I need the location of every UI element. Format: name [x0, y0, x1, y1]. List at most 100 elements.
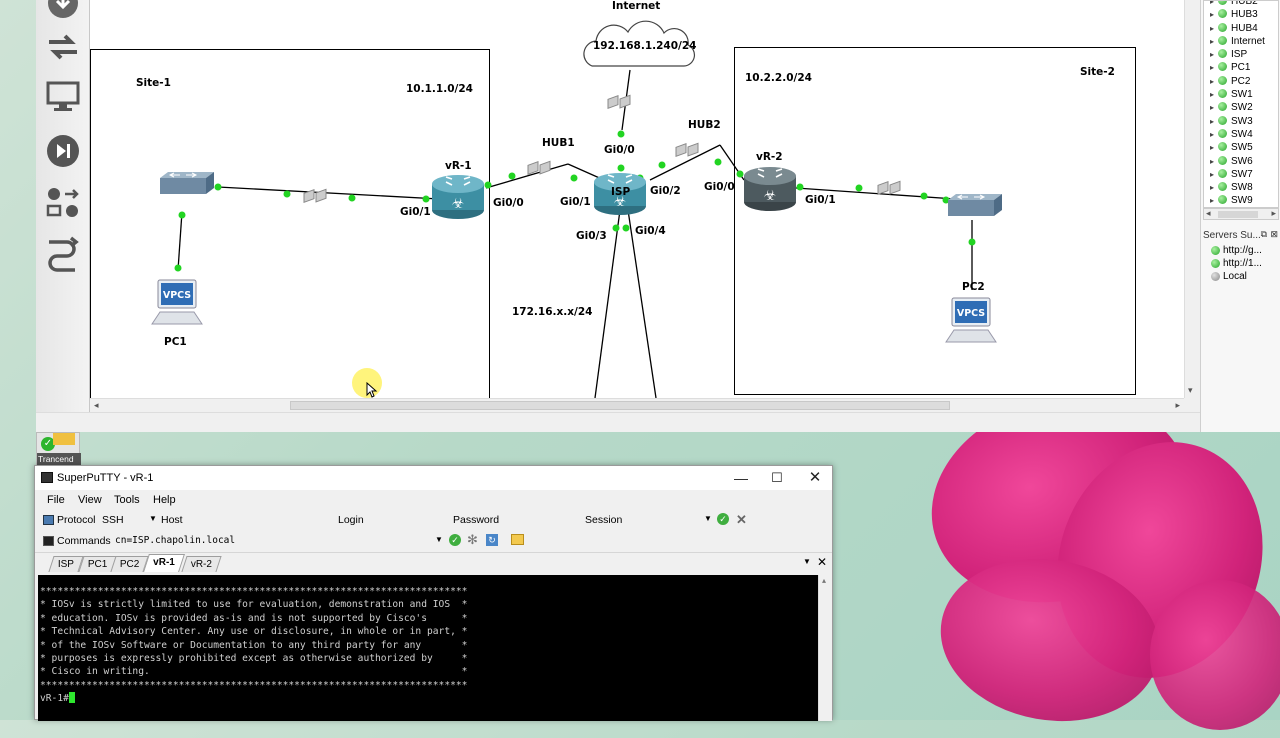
expand-arrow-icon[interactable]: ▸: [1210, 155, 1218, 168]
expand-arrow-icon[interactable]: ▸: [1210, 128, 1218, 141]
send-check-icon[interactable]: ✓: [449, 534, 461, 546]
expand-arrow-icon[interactable]: ▸: [1210, 75, 1218, 88]
router-vr1-icon[interactable]: ☣: [430, 172, 486, 222]
tab-vr-2[interactable]: vR-2: [181, 556, 221, 572]
menu-help[interactable]: Help: [153, 494, 176, 506]
tab-close-icon[interactable]: ✕: [817, 555, 827, 569]
expand-arrow-icon[interactable]: ▸: [1210, 115, 1218, 128]
node-list-item[interactable]: ▸SW8: [1204, 181, 1278, 194]
maximize-button[interactable]: ☐: [759, 468, 795, 488]
node-list-item[interactable]: ▸HUB2: [1204, 0, 1278, 8]
router-vr2-icon[interactable]: ☣: [742, 164, 798, 214]
terminal-screen[interactable]: ****************************************…: [38, 575, 818, 721]
device-grid-icon[interactable]: [44, 184, 82, 222]
status-dot-icon: [1218, 129, 1227, 138]
cable-icon[interactable]: [44, 236, 82, 274]
topology-nodes-list[interactable]: ▸HUB2▸HUB3▸HUB4▸Internet▸ISP▸PC1▸PC2▸SW1…: [1203, 0, 1279, 208]
terminal-cursor: [69, 692, 75, 703]
hub1-icon[interactable]: [526, 156, 560, 180]
canvas-vertical-scrollbar[interactable]: ▾: [1184, 0, 1198, 398]
tab-vr-1[interactable]: vR-1: [143, 554, 185, 572]
hub-icon[interactable]: [876, 176, 910, 200]
hub2-icon[interactable]: [674, 138, 708, 162]
if-isp-gi0-3: Gi0/3: [576, 230, 607, 242]
dock-float-icon[interactable]: ⧉: [1261, 229, 1267, 240]
node-list-item[interactable]: ▸SW4: [1204, 128, 1278, 141]
server-item[interactable]: http://1...: [1203, 257, 1279, 270]
folder-icon[interactable]: [511, 534, 524, 545]
hub-icon[interactable]: [606, 88, 640, 114]
pc1-icon[interactable]: VPCS: [148, 276, 206, 330]
host-input[interactable]: [185, 512, 335, 528]
hub-icon[interactable]: [302, 186, 336, 208]
superputty-titlebar[interactable]: SuperPuTTY - vR-1 — ☐ ✕: [35, 466, 832, 490]
login-input[interactable]: [367, 512, 447, 528]
session-select[interactable]: [625, 512, 711, 528]
menu-tools[interactable]: Tools: [114, 494, 140, 506]
node-list-item[interactable]: ▸ISP: [1204, 48, 1278, 61]
node-list-item[interactable]: ▸ SW3: [1204, 115, 1278, 128]
server-item[interactable]: http://g...: [1203, 244, 1279, 257]
menu-file[interactable]: File: [47, 494, 65, 506]
play-pause-icon[interactable]: [44, 132, 82, 170]
chevron-down-icon[interactable]: ▼: [149, 514, 157, 523]
tabs-dropdown-icon[interactable]: ▼: [803, 557, 811, 566]
switch-icon[interactable]: [156, 170, 216, 198]
expand-arrow-icon[interactable]: ▸: [1210, 101, 1218, 114]
close-button[interactable]: ✕: [797, 468, 833, 488]
dock-close-icon[interactable]: ⊠: [1270, 229, 1278, 240]
swap-arrows-icon[interactable]: [44, 28, 82, 66]
expand-arrow-icon[interactable]: ▸: [1210, 168, 1218, 181]
node-list-item[interactable]: ▸SW9: [1204, 194, 1278, 207]
server-item[interactable]: Local: [1203, 270, 1279, 283]
node-list-item[interactable]: ▸PC1: [1204, 61, 1278, 74]
node-list-item[interactable]: ▸Internet: [1204, 35, 1278, 48]
connect-check-icon[interactable]: ✓: [717, 513, 729, 525]
node-list-item[interactable]: ▸SW5: [1204, 141, 1278, 154]
protocol-label: Protocol: [57, 514, 96, 526]
chevron-down-icon[interactable]: ▼: [704, 514, 712, 523]
gear-icon[interactable]: ✻: [467, 532, 478, 548]
expand-arrow-icon[interactable]: ▸: [1210, 141, 1218, 154]
pc1-label: PC1: [164, 336, 187, 348]
expand-arrow-icon[interactable]: ▸: [1210, 22, 1218, 35]
canvas-horizontal-scrollbar[interactable]: ◂ ▸: [90, 398, 1184, 412]
password-input[interactable]: [501, 512, 581, 528]
expand-arrow-icon[interactable]: ▸: [1210, 48, 1218, 61]
node-list-item[interactable]: ▸SW2: [1204, 101, 1278, 114]
node-list-item[interactable]: ▸SW7: [1204, 168, 1278, 181]
node-list-item[interactable]: ▸SW1: [1204, 88, 1278, 101]
chevron-down-icon[interactable]: ▼: [435, 535, 443, 544]
protocol-icon: [43, 515, 54, 525]
cloud-network-label: 192.168.1.240/24: [593, 40, 696, 52]
expand-arrow-icon[interactable]: ▸: [1210, 88, 1218, 101]
minimize-button[interactable]: —: [723, 468, 759, 488]
expand-arrow-icon[interactable]: ▸: [1210, 35, 1218, 48]
node-list-item[interactable]: ▸HUB3: [1204, 8, 1278, 21]
commands-input[interactable]: cn=ISP.chapolin.local: [115, 535, 235, 546]
status-dot-icon: [1218, 23, 1227, 32]
switch-icon[interactable]: [944, 192, 1004, 220]
refresh-icon[interactable]: ↻: [486, 534, 498, 546]
desktop-app-icon[interactable]: ✓ Trancend: [36, 432, 80, 466]
node-list-item[interactable]: ▸SW6: [1204, 155, 1278, 168]
topology-canvas[interactable]: Internet 192.168.1.240/24 Site-1 10.1.1.…: [90, 0, 1184, 398]
menu-view[interactable]: View: [78, 494, 102, 506]
clear-x-icon[interactable]: ✕: [736, 512, 747, 528]
expand-arrow-icon[interactable]: ▸: [1210, 0, 1218, 8]
expand-arrow-icon[interactable]: ▸: [1210, 8, 1218, 21]
expand-arrow-icon[interactable]: ▸: [1210, 61, 1218, 74]
download-icon[interactable]: [44, 0, 82, 22]
expand-arrow-icon[interactable]: ▸: [1210, 181, 1218, 194]
monitor-icon[interactable]: [44, 78, 82, 116]
terminal-scrollbar[interactable]: ▴: [818, 575, 832, 721]
node-list-item[interactable]: ▸PC2: [1204, 75, 1278, 88]
cloud-label: Internet: [612, 0, 660, 12]
expand-arrow-icon[interactable]: ▸: [1210, 194, 1218, 207]
protocol-select[interactable]: SSH: [102, 514, 124, 526]
node-list-label: SW3: [1231, 116, 1253, 127]
node-list-item[interactable]: ▸HUB4: [1204, 22, 1278, 35]
nodes-list-scrollbar[interactable]: ◂ ▸: [1203, 208, 1279, 220]
superputty-window: SuperPuTTY - vR-1 — ☐ ✕ File View Tools …: [34, 465, 833, 720]
pc2-icon[interactable]: VPCS: [942, 294, 1000, 348]
